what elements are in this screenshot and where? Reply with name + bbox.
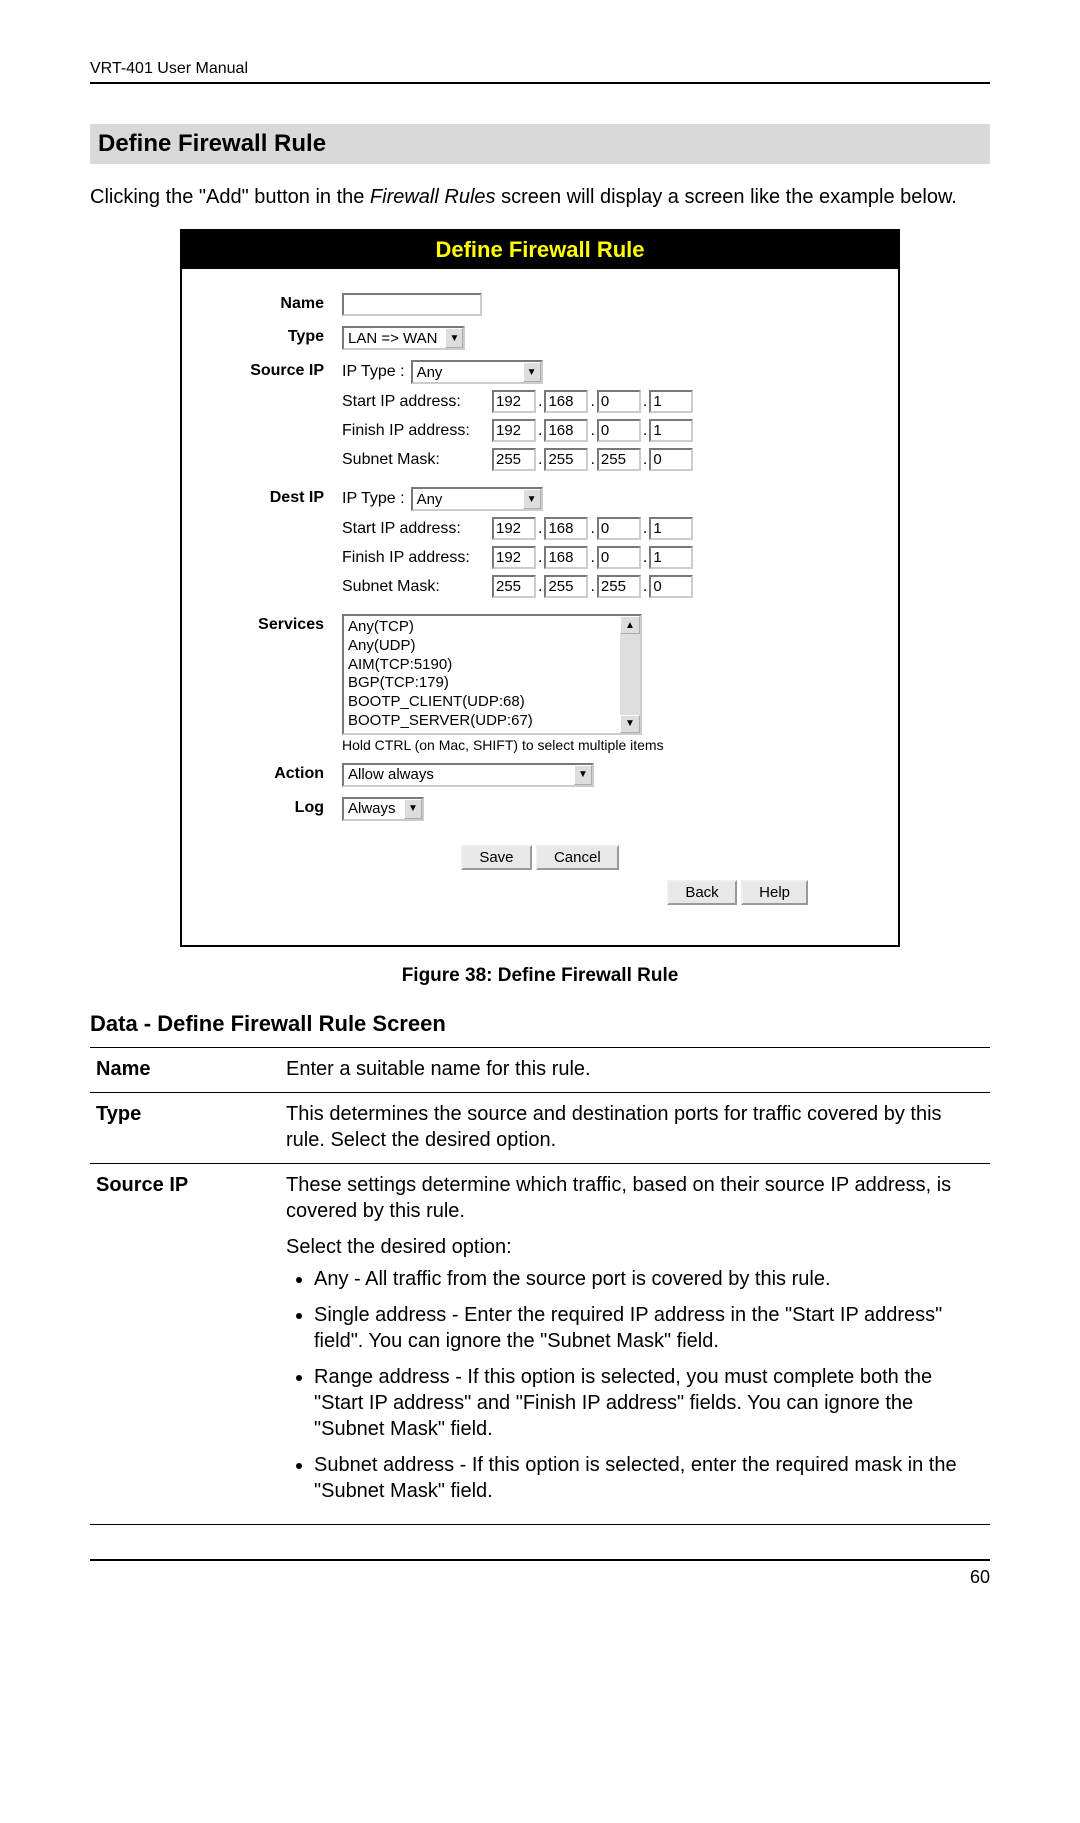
intro-suffix: screen will display a screen like the ex… — [496, 186, 957, 208]
cancel-button[interactable]: Cancel — [536, 845, 619, 870]
source-finish-1[interactable] — [492, 419, 536, 442]
label-dest-start: Start IP address: — [342, 520, 492, 538]
cell-type-desc: This determines the source and destinati… — [280, 1092, 990, 1163]
label-action: Action — [212, 763, 342, 783]
list-item[interactable]: AIM(TCP:5190) — [348, 656, 616, 675]
cell-name-label: Name — [90, 1047, 280, 1092]
dest-iptype-value: Any — [413, 490, 523, 509]
label-source-iptype: IP Type : — [342, 363, 405, 381]
bullet-item: Subnet address - If this option is selec… — [314, 1452, 980, 1504]
dest-mask-2[interactable] — [544, 575, 588, 598]
source-mask-2[interactable] — [544, 448, 588, 471]
label-source-finish: Finish IP address: — [342, 422, 492, 440]
list-item[interactable]: BGP(TCP:179) — [348, 674, 616, 693]
dest-mask-4[interactable] — [649, 575, 693, 598]
source-start-1[interactable] — [492, 390, 536, 413]
source-start-2[interactable] — [544, 390, 588, 413]
cell-type-label: Type — [90, 1092, 280, 1163]
label-type: Type — [212, 326, 342, 346]
scroll-up-icon[interactable]: ▲ — [620, 616, 640, 634]
source-iptype-value: Any — [413, 363, 523, 382]
table-row: Type This determines the source and dest… — [90, 1092, 990, 1163]
source-mask-1[interactable] — [492, 448, 536, 471]
action-select[interactable]: Allow always ▼ — [342, 763, 594, 787]
dest-finish-4[interactable] — [649, 546, 693, 569]
scroll-down-icon[interactable]: ▼ — [620, 715, 640, 733]
list-item[interactable]: Any(TCP) — [348, 618, 616, 637]
list-item[interactable]: BOOTP_SERVER(UDP:67) — [348, 712, 616, 731]
cell-sourceip-desc: These settings determine which traffic, … — [280, 1163, 990, 1524]
bullet-item: Range address - If this option is select… — [314, 1364, 980, 1442]
source-finish-2[interactable] — [544, 419, 588, 442]
sourceip-intro: These settings determine which traffic, … — [286, 1172, 980, 1224]
data-section-heading: Data - Define Firewall Rule Screen — [90, 1011, 990, 1037]
label-source-mask: Subnet Mask: — [342, 451, 492, 469]
section-heading: Define Firewall Rule — [90, 124, 990, 164]
back-button[interactable]: Back — [667, 880, 736, 905]
chevron-down-icon: ▼ — [523, 362, 541, 382]
screenshot-title: Define Firewall Rule — [182, 231, 898, 269]
chevron-down-icon: ▼ — [404, 799, 422, 819]
dest-start-3[interactable] — [597, 517, 641, 540]
source-finish-3[interactable] — [597, 419, 641, 442]
source-start-4[interactable] — [649, 390, 693, 413]
cell-sourceip-label: Source IP — [90, 1163, 280, 1524]
help-button[interactable]: Help — [741, 880, 808, 905]
bullet-item: Any - All traffic from the source port i… — [314, 1266, 980, 1292]
intro-italic: Firewall Rules — [370, 186, 496, 208]
list-item[interactable]: Any(UDP) — [348, 637, 616, 656]
chevron-down-icon: ▼ — [445, 328, 463, 348]
chevron-down-icon: ▼ — [523, 489, 541, 509]
dest-start-2[interactable] — [544, 517, 588, 540]
chevron-down-icon: ▼ — [574, 765, 592, 785]
dest-iptype-select[interactable]: Any ▼ — [411, 487, 543, 511]
figure-caption: Figure 38: Define Firewall Rule — [90, 965, 990, 987]
save-button[interactable]: Save — [461, 845, 531, 870]
type-select[interactable]: LAN => WAN ▼ — [342, 326, 465, 350]
log-select[interactable]: Always ▼ — [342, 797, 424, 821]
label-dest-mask: Subnet Mask: — [342, 578, 492, 596]
intro-prefix: Clicking the "Add" button in the — [90, 186, 370, 208]
form-body: Name Type LAN => WAN ▼ Source IP — [182, 269, 898, 945]
table-row: Source IP These settings determine which… — [90, 1163, 990, 1524]
dest-start-4[interactable] — [649, 517, 693, 540]
dest-finish-3[interactable] — [597, 546, 641, 569]
source-mask-3[interactable] — [597, 448, 641, 471]
cell-name-desc: Enter a suitable name for this rule. — [280, 1047, 990, 1092]
screenshot-panel: Define Firewall Rule Name Type LAN => WA… — [180, 229, 900, 947]
label-name: Name — [212, 293, 342, 313]
source-start-3[interactable] — [597, 390, 641, 413]
bullet-item: Single address - Enter the required IP a… — [314, 1302, 980, 1354]
name-input[interactable] — [342, 293, 482, 316]
dest-mask-1[interactable] — [492, 575, 536, 598]
dest-start-1[interactable] — [492, 517, 536, 540]
table-row: Name Enter a suitable name for this rule… — [90, 1047, 990, 1092]
manual-header: VRT-401 User Manual — [90, 60, 990, 84]
scrollbar[interactable]: ▲ ▼ — [620, 616, 640, 733]
dest-finish-2[interactable] — [544, 546, 588, 569]
source-mask-4[interactable] — [649, 448, 693, 471]
label-dest-ip: Dest IP — [212, 487, 342, 507]
log-value: Always — [344, 799, 404, 818]
label-dest-finish: Finish IP address: — [342, 549, 492, 567]
services-hint: Hold CTRL (on Mac, SHIFT) to select mult… — [342, 737, 868, 753]
dest-mask-3[interactable] — [597, 575, 641, 598]
list-item[interactable]: BOOTP_CLIENT(UDP:68) — [348, 693, 616, 712]
intro-text: Clicking the "Add" button in the Firewal… — [90, 184, 990, 211]
label-source-ip: Source IP — [212, 360, 342, 380]
services-listbox[interactable]: Any(TCP) Any(UDP) AIM(TCP:5190) BGP(TCP:… — [342, 614, 642, 735]
data-table: Name Enter a suitable name for this rule… — [90, 1047, 990, 1525]
action-value: Allow always — [344, 765, 574, 784]
sourceip-select: Select the desired option: — [286, 1234, 980, 1260]
type-select-value: LAN => WAN — [344, 329, 445, 348]
page-number: 60 — [90, 1559, 990, 1588]
label-services: Services — [212, 614, 342, 634]
dest-finish-1[interactable] — [492, 546, 536, 569]
label-source-start: Start IP address: — [342, 393, 492, 411]
label-log: Log — [212, 797, 342, 817]
source-finish-4[interactable] — [649, 419, 693, 442]
source-iptype-select[interactable]: Any ▼ — [411, 360, 543, 384]
label-dest-iptype: IP Type : — [342, 490, 405, 508]
